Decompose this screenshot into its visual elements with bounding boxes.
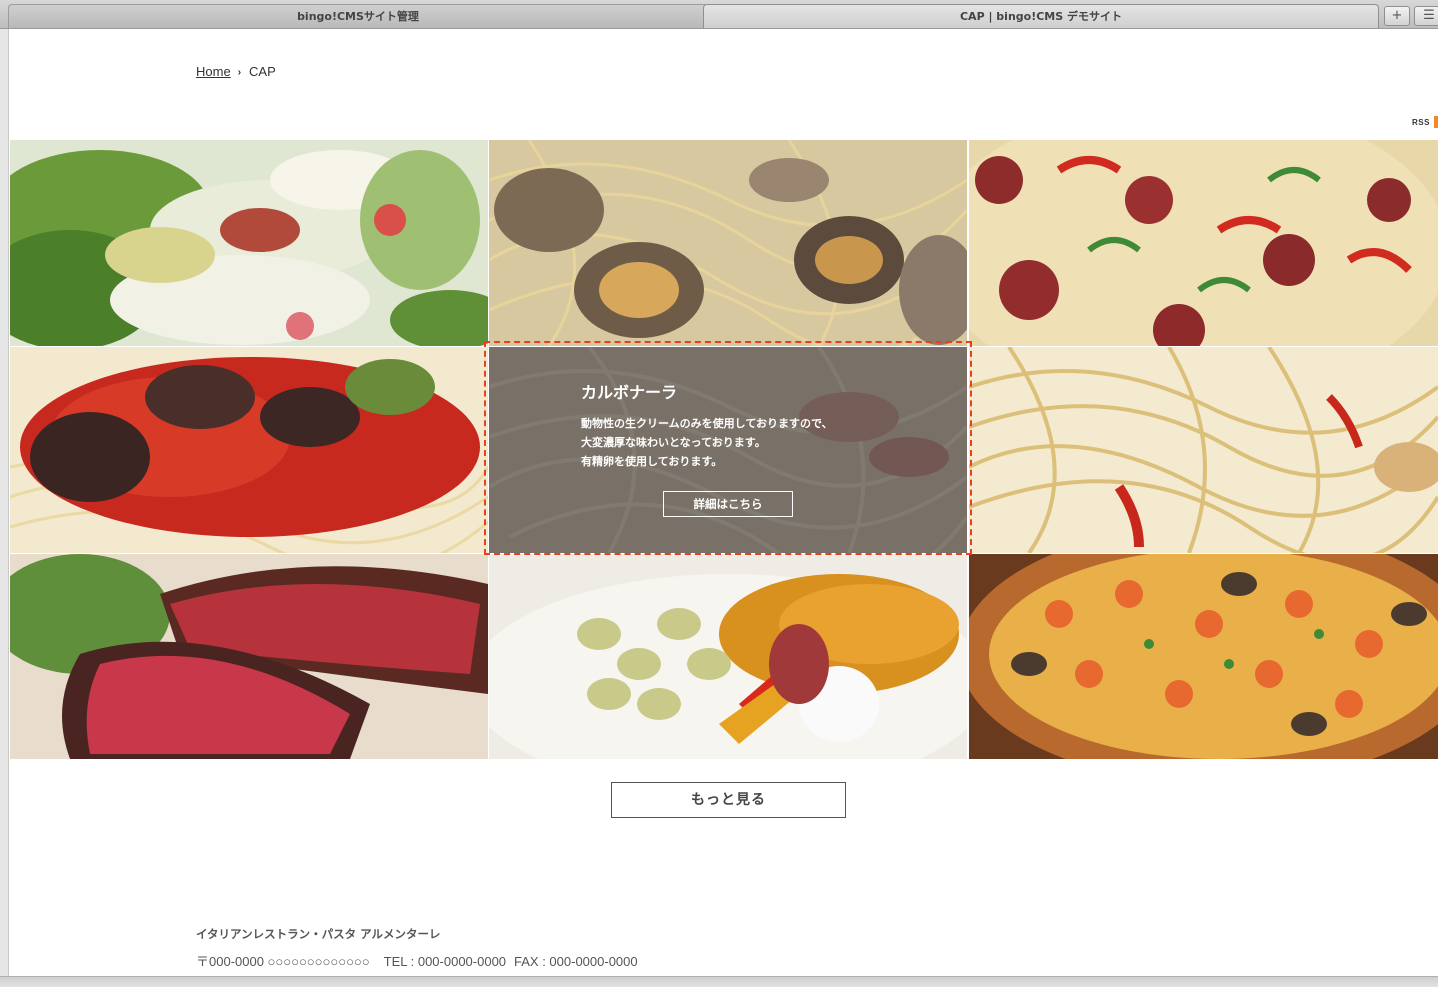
seafood-pizza-photo-icon [969,554,1438,759]
footer-tel: TEL : 000-0000-0000 [383,954,507,969]
tab-cap-demo-site[interactable]: CAP | bingo!CMS デモサイト [703,4,1379,28]
chevron-right-icon: › [237,67,242,78]
dish-description-line: 有精卵を使用しております。 [581,455,723,468]
salad-photo-icon [10,140,488,346]
new-tab-button[interactable]: + [1384,6,1410,26]
gallery-item-clam-pasta[interactable] [489,140,967,346]
vongole-photo-icon [489,140,967,346]
footer-address: 〒000-0000 ○○○○○○○○○○○○○ [196,954,370,969]
dish-description-line: 動物性の生クリームのみを使用しておりますので、 [581,417,833,430]
roast-beef-photo-icon [10,554,488,759]
gallery-item-roast-beef[interactable] [10,554,488,759]
browser-tab-bar: bingo!CMSサイト管理 CAP | bingo!CMS デモサイト + ☰ [0,0,1438,29]
window-frame-left [0,29,9,987]
rss-link[interactable]: RSS [1412,118,1430,127]
gallery-item-salami-pizza[interactable] [969,140,1438,346]
gallery-item-vegetable-antipasto[interactable] [489,554,967,759]
dish-title: カルボナーラ [581,383,678,402]
show-more-button[interactable]: もっと見る [611,782,846,818]
footer-contact: 〒000-0000 ○○○○○○○○○○○○○ TEL : 000-0000-00… [196,951,638,970]
gallery-item-peperoncino-pasta[interactable] [969,347,1438,553]
gallery-item-salad[interactable] [10,140,488,346]
footer-restaurant-name: イタリアンレストラン・パスタ アルメンターレ [196,927,441,941]
dish-description-line: 大変濃厚な味わいとなっております。 [581,436,766,449]
dish-description: 動物性の生クリームのみを使用しておりますので、 大変濃厚な味わいとなっております… [581,414,833,471]
plus-icon: + [1391,8,1403,23]
tab-cms-admin[interactable]: bingo!CMSサイト管理 [8,4,708,28]
carbonara-hover-overlay: カルボナーラ 動物性の生クリームのみを使用しておりますので、 大変濃厚な味わいと… [489,347,967,553]
tab-list-button[interactable]: ☰ [1414,6,1438,26]
breadcrumb-home-link[interactable]: Home [196,64,231,79]
antipasto-photo-icon [489,554,967,759]
detail-button[interactable]: 詳細はこちら [663,491,793,517]
pizza-photo-icon [969,140,1438,346]
window-frame-bottom [0,976,1438,987]
rss-icon[interactable] [1434,116,1438,128]
breadcrumb-current: CAP [249,64,276,79]
gallery-item-carbonara[interactable]: カルボナーラ 動物性の生クリームのみを使用しておりますので、 大変濃厚な味わいと… [489,347,967,553]
peperoncino-photo-icon [969,347,1438,553]
menu-gallery-grid: カルボナーラ 動物性の生クリームのみを使用しておりますので、 大変濃厚な味わいと… [10,140,1438,759]
list-icon: ☰ [1423,8,1435,23]
breadcrumb: Home › CAP [196,64,276,79]
footer-fax: FAX : 000-0000-0000 [514,954,638,969]
gallery-item-seafood-pizza[interactable] [969,554,1438,759]
gallery-item-eggplant-tomato-pasta[interactable] [10,347,488,553]
tomato-pasta-photo-icon [10,347,488,553]
